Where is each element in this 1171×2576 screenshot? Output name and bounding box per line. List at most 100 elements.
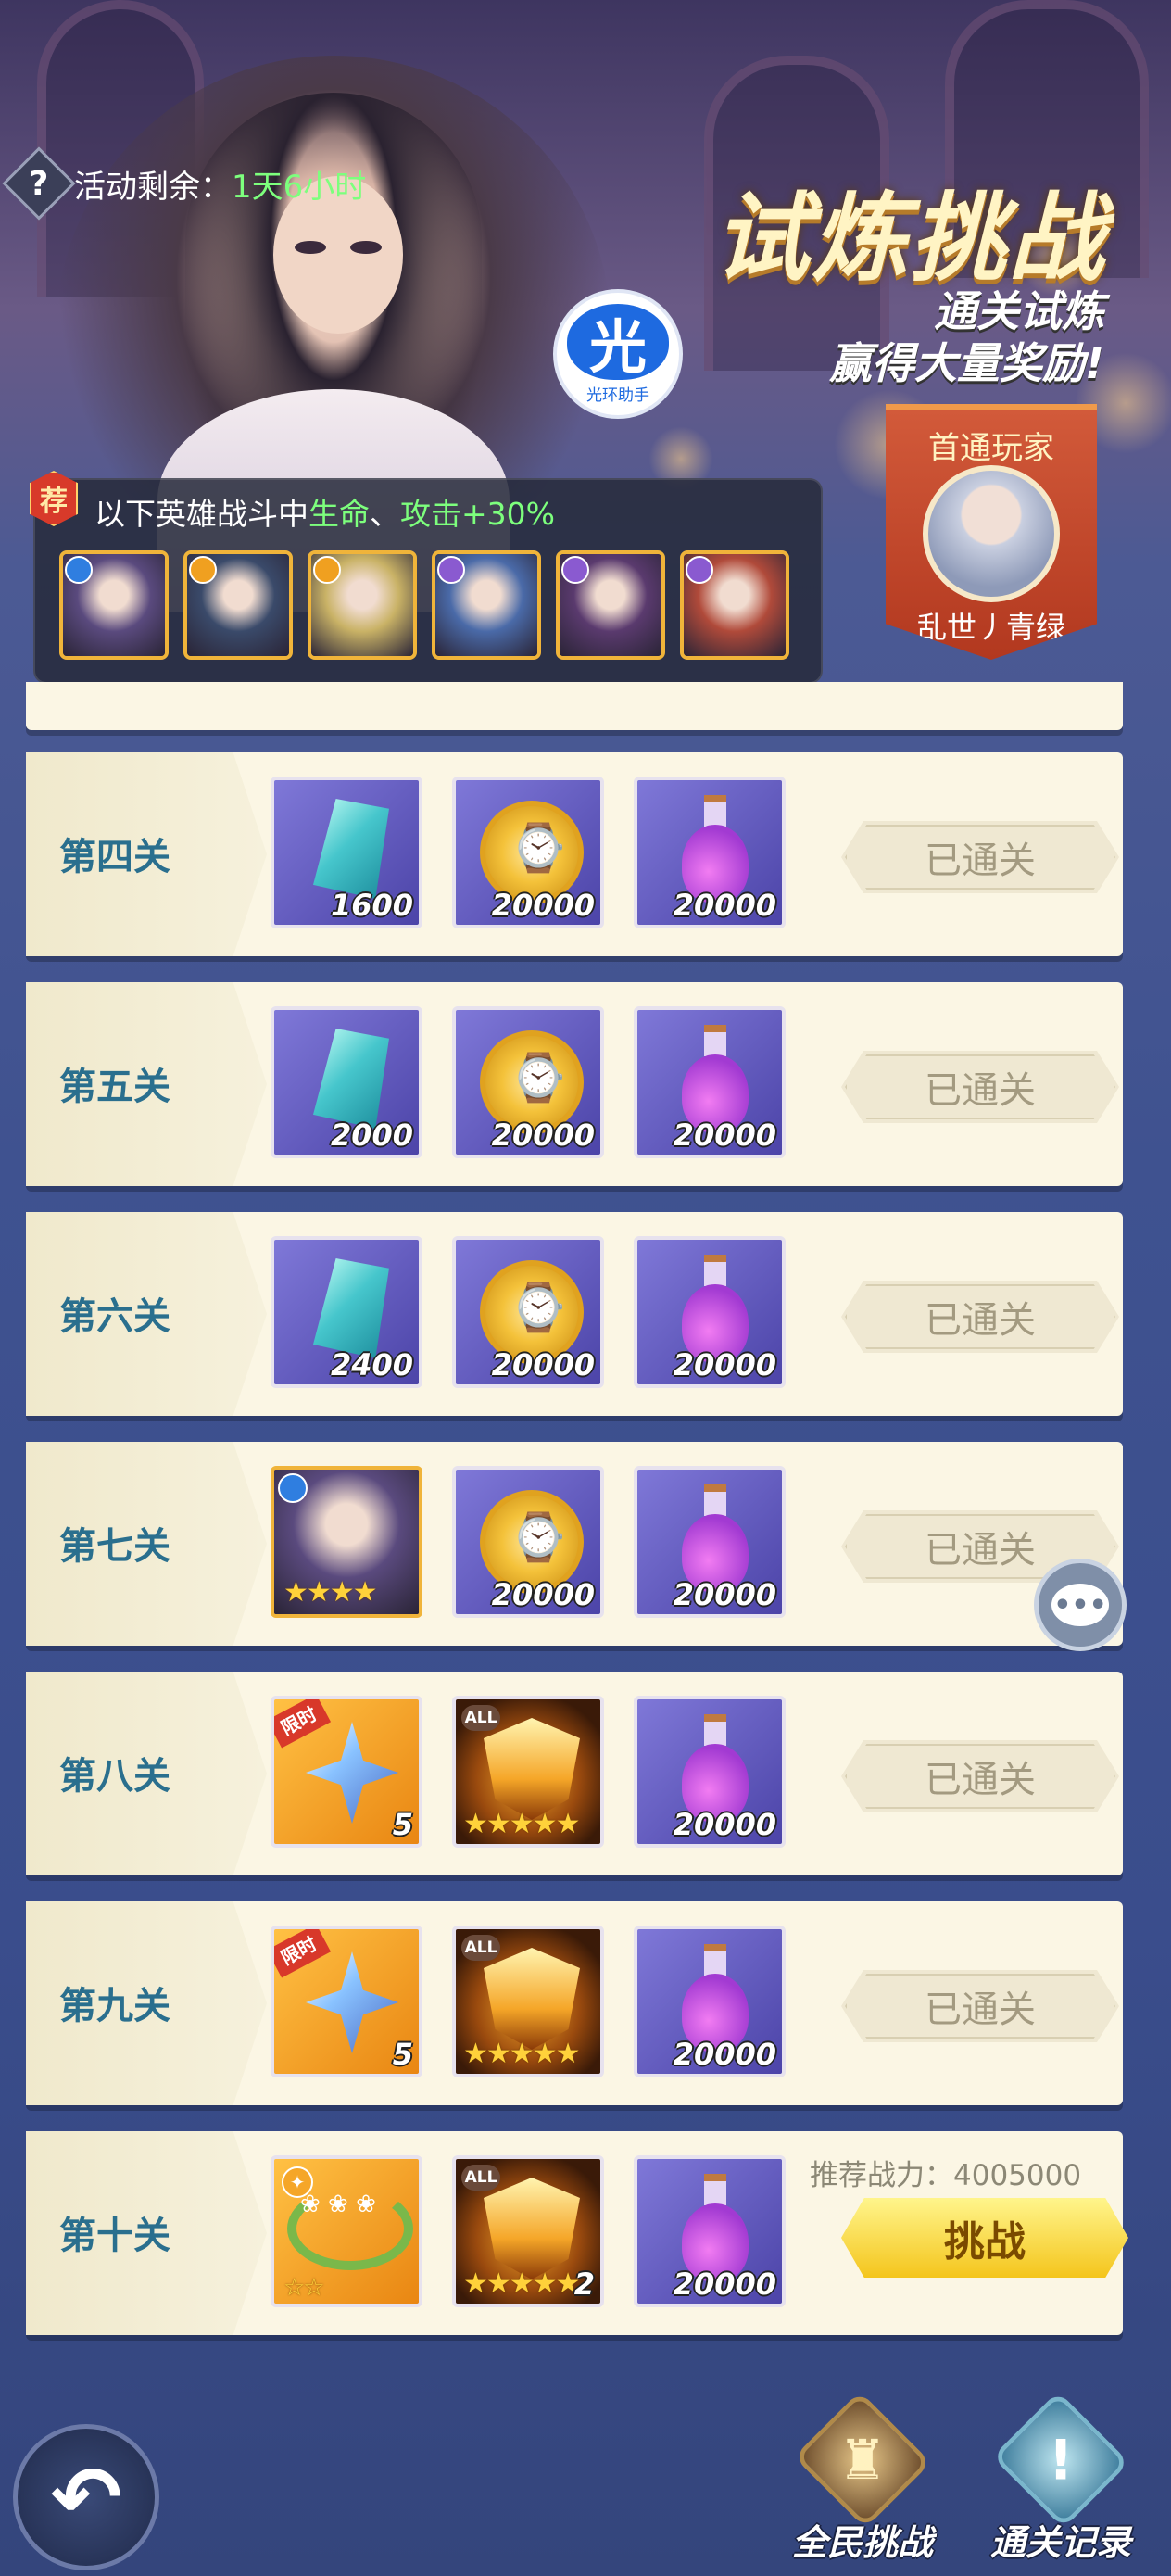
buff-description: 以下英雄战斗中生命、攻击+30% <box>94 496 555 532</box>
stage-name: 第十关 <box>59 2215 170 2257</box>
reward-item[interactable]: ALL ★★★★★ <box>452 1696 604 1848</box>
cleared-button: 已通关 <box>841 1970 1119 2042</box>
star-rating: ★★★★ <box>283 1576 378 1609</box>
stage-panel: 第四关 1600 20000 20000 已通关 <box>26 752 1123 956</box>
star-rating: ★★★★★ <box>463 2038 580 2070</box>
reward-quantity: 20000 <box>673 2267 776 2302</box>
help-icon[interactable]: ? <box>2 146 76 221</box>
reward-item[interactable]: 2400 <box>271 1236 422 1388</box>
back-arrow-icon: ↶ <box>50 2447 122 2547</box>
cleared-button: 已通关 <box>841 821 1119 893</box>
reward-item[interactable]: 1600 <box>271 777 422 928</box>
stage-panel: 第九关 限时 5 ALL ★★★★★ 20000 已通关 <box>26 1901 1123 2105</box>
reward-item[interactable]: 20000 <box>452 1006 604 1158</box>
limited-tag: 限时 <box>274 1699 332 1749</box>
chat-bubble-icon: ••• <box>1051 1584 1109 1626</box>
all-tag: ALL <box>461 1705 500 1731</box>
reward-item[interactable]: ★★★★ <box>271 1466 422 1618</box>
buff-hero-card[interactable] <box>183 550 293 660</box>
limited-tag: 限时 <box>274 1929 332 1978</box>
chat-button[interactable]: ••• <box>1034 1559 1127 1651</box>
helper-assistant-button[interactable]: 光 光环助手 <box>553 289 683 419</box>
reward-quantity: 20000 <box>673 1577 776 1612</box>
helper-label: 光环助手 <box>586 385 649 405</box>
crystal-icon <box>313 1258 389 1358</box>
back-button[interactable]: ↶ <box>13 2424 159 2570</box>
clear-record-button[interactable]: ! 通关记录 <box>982 2391 1140 2565</box>
reward-quantity: 1600 <box>330 888 413 923</box>
stage-name: 第九关 <box>59 1985 170 2027</box>
first-clear-banner[interactable]: 首通玩家 乱世丿青绿 <box>886 404 1097 660</box>
reward-quantity: 20000 <box>673 1347 776 1383</box>
stage-name: 第七关 <box>59 1525 170 1568</box>
reward-quantity: 2 <box>573 2267 595 2302</box>
all-challenge-button[interactable]: ♜ 全民挑战 <box>784 2391 941 2565</box>
star-rating: ★★★★★ <box>463 1808 580 1840</box>
element-dark-icon <box>686 556 713 584</box>
buff-hero-card[interactable] <box>59 550 169 660</box>
element-water-icon <box>65 556 93 584</box>
star-rating: ★★★★★ <box>463 2267 580 2300</box>
star-rating: ☆☆ <box>283 2274 325 2302</box>
diamond-badge-icon: ✦ <box>282 2166 313 2198</box>
helper-logo-icon: 光 <box>567 303 669 381</box>
all-challenge-icon: ♜ <box>793 2391 932 2529</box>
challenge-button[interactable]: 挑战 <box>841 2198 1128 2278</box>
reward-item[interactable]: ALL ★★★★★ <box>452 1926 604 2077</box>
reward-item[interactable]: ✦ ☆☆ <box>271 2155 422 2307</box>
reward-quantity: 20000 <box>673 1807 776 1842</box>
recommended-power: 推荐战力：4005000 <box>810 2159 1082 2192</box>
stage-panel: 第八关 限时 5 ALL ★★★★★ 20000 已通关 <box>26 1672 1123 1875</box>
element-dark-icon <box>437 556 465 584</box>
reward-quantity: 20000 <box>491 1118 595 1153</box>
first-clear-title: 首通玩家 <box>928 430 1054 467</box>
element-dark-icon <box>561 556 589 584</box>
element-water-icon <box>278 1473 308 1503</box>
stage-name: 第八关 <box>59 1755 170 1798</box>
reward-item[interactable]: 20000 <box>634 1236 786 1388</box>
reward-item[interactable]: ALL ★★★★★ 2 <box>452 2155 604 2307</box>
reward-quantity: 20000 <box>491 1347 595 1383</box>
crystal-icon <box>313 1029 389 1129</box>
reward-quantity: 5 <box>392 1807 413 1842</box>
stage-name: 第六关 <box>59 1295 170 1338</box>
reward-item[interactable]: 20000 <box>634 1006 786 1158</box>
reward-quantity: 5 <box>392 2037 413 2072</box>
reward-item[interactable]: 20000 <box>634 1466 786 1618</box>
event-timer: ? 活动剩余： 1天6小时 <box>2 146 366 221</box>
reward-quantity: 20000 <box>491 888 595 923</box>
buff-hero-card[interactable] <box>556 550 665 660</box>
wreath-icon <box>287 2187 413 2270</box>
reward-item[interactable]: 20000 <box>634 2155 786 2307</box>
shuriken-icon <box>306 1722 398 1824</box>
reward-item[interactable]: 限时 5 <box>271 1926 422 2077</box>
reward-item[interactable]: 20000 <box>452 1236 604 1388</box>
shuriken-icon <box>306 1951 398 2053</box>
reward-item[interactable]: 20000 <box>452 777 604 928</box>
reward-item[interactable]: 2000 <box>271 1006 422 1158</box>
reward-item[interactable]: 限时 5 <box>271 1696 422 1848</box>
reward-item[interactable]: 20000 <box>634 1696 786 1848</box>
cleared-button: 已通关 <box>841 1740 1119 1812</box>
buff-hero-list <box>59 550 789 660</box>
mask-icon <box>484 1718 580 1820</box>
stage-name: 第四关 <box>59 836 170 878</box>
buff-hero-card[interactable] <box>680 550 789 660</box>
mask-icon <box>484 2178 580 2279</box>
stage-panel: 第六关 2400 20000 20000 已通关 <box>26 1212 1123 1416</box>
reward-item[interactable]: 20000 <box>452 1466 604 1618</box>
stage-panel: 第七关★★★★2000020000已通关 <box>26 1442 1123 1646</box>
reward-quantity: 20000 <box>673 1118 776 1153</box>
hero-buff-panel: 荐 以下英雄战斗中生命、攻击+30% <box>30 471 823 684</box>
element-light-icon <box>313 556 341 584</box>
all-tag: ALL <box>461 2165 500 2191</box>
buff-hero-card[interactable] <box>432 550 541 660</box>
all-tag: ALL <box>461 1935 500 1961</box>
reward-item[interactable]: 20000 <box>634 1926 786 2077</box>
reward-quantity: 2000 <box>330 1118 413 1153</box>
previous-stage-panel-partial <box>26 682 1123 730</box>
reward-item[interactable]: 20000 <box>634 777 786 928</box>
element-light-icon <box>189 556 217 584</box>
reward-quantity: 20000 <box>673 888 776 923</box>
buff-hero-card[interactable] <box>308 550 417 660</box>
